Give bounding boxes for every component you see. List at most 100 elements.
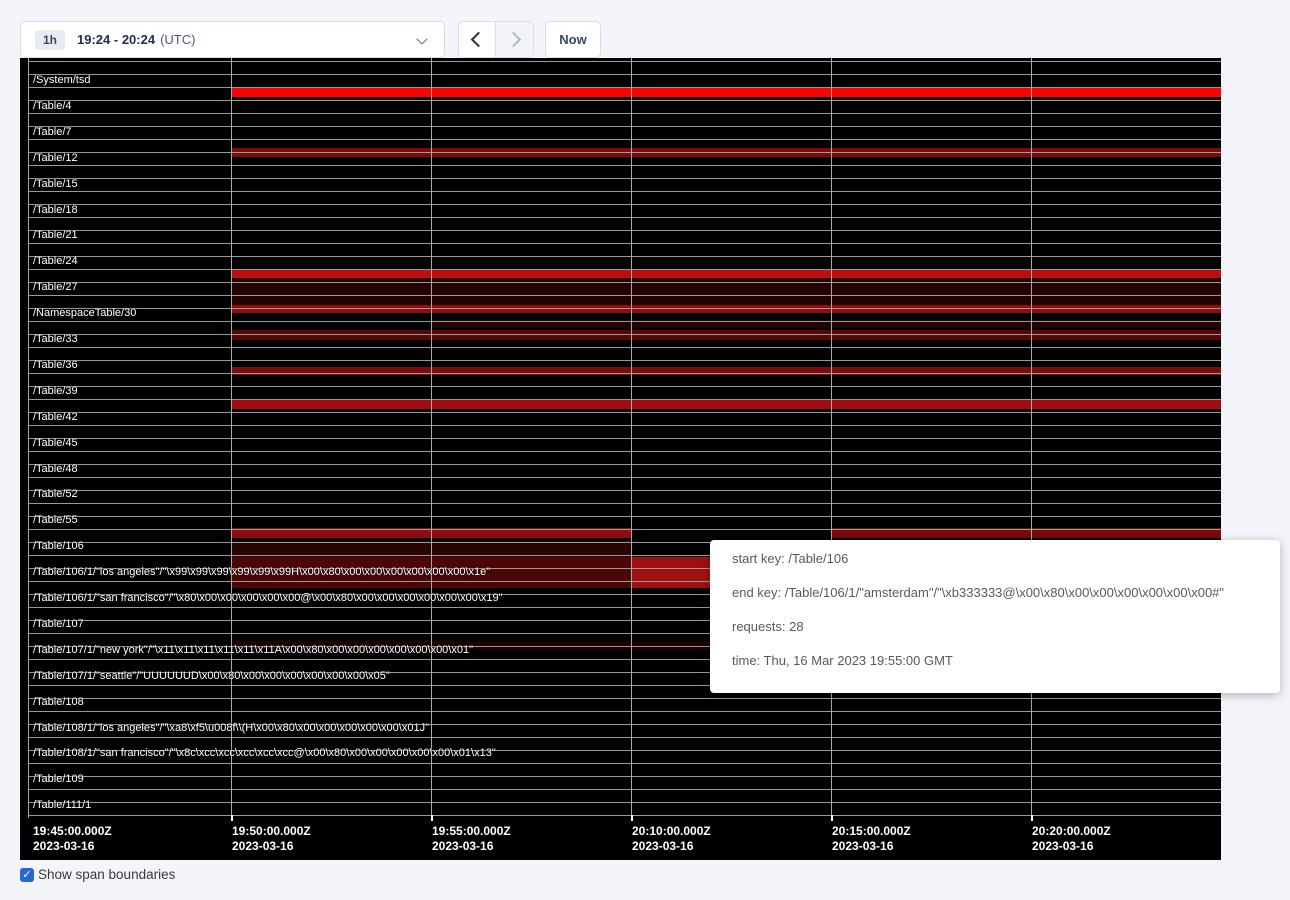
axis-tick — [231, 815, 233, 821]
heat-band — [231, 305, 1221, 313]
span-boundary-line — [28, 126, 1221, 127]
row-label: /Table/111/1 — [33, 799, 91, 812]
span-boundary-line — [28, 802, 1221, 803]
time-gridline — [28, 58, 29, 818]
axis-tick — [631, 815, 633, 821]
row-label: /Table/55 — [33, 514, 78, 527]
span-boundary-line — [28, 776, 1221, 777]
span-boundary-line — [28, 295, 1221, 296]
row-label: /Table/106/1/"san francisco"/"\x80\x00\x… — [33, 592, 503, 605]
previous-range-button[interactable] — [458, 21, 496, 58]
span-boundary-line — [28, 308, 1221, 309]
axis-date-text: 2023-03-16 — [1032, 839, 1111, 854]
axis-time-label: 20:10:00.000Z2023-03-16 — [632, 824, 711, 854]
span-boundary-line — [28, 61, 1221, 62]
time-gridline — [831, 58, 832, 818]
span-boundary-line — [28, 490, 1221, 491]
time-range-select[interactable]: 1h 19:24 - 20:24 (UTC) — [20, 21, 445, 58]
now-button[interactable]: Now — [545, 21, 601, 58]
span-boundary-line — [28, 815, 1221, 816]
axis-time-text: 20:20:00.000Z — [1032, 824, 1111, 839]
axis-time-label: 20:15:00.000Z2023-03-16 — [832, 824, 911, 854]
range-duration-badge: 1h — [35, 30, 65, 50]
heatmap[interactable]: /System/tsd/Table/4/Table/7/Table/12/Tab… — [20, 58, 1221, 860]
chevron-down-icon — [416, 33, 427, 44]
row-label: /Table/39 — [33, 385, 78, 398]
span-boundary-line — [28, 425, 1221, 426]
span-boundary-line — [28, 152, 1221, 153]
heat-band — [231, 330, 1221, 340]
span-boundary-line — [28, 347, 1221, 348]
row-label: /Table/33 — [33, 333, 78, 346]
heat-band — [231, 88, 1221, 97]
axis-date-text: 2023-03-16 — [432, 839, 511, 854]
heatmap-tooltip: start key: /Table/106 end key: /Table/10… — [710, 540, 1280, 693]
span-boundary-line — [28, 516, 1221, 517]
axis-time-label: 19:45:00.000Z2023-03-16 — [33, 824, 112, 854]
span-boundary-line — [28, 178, 1221, 179]
row-label: /Table/106/1/"los angeles"/"\x99\x99\x99… — [33, 566, 490, 579]
span-boundary-line — [28, 282, 1221, 283]
axis-tick — [431, 815, 433, 821]
span-boundary-line — [28, 204, 1221, 205]
row-label: /Table/108/1/"san francisco"/"\x8c\xcc\x… — [33, 747, 496, 760]
span-boundary-line — [28, 789, 1221, 790]
span-boundary-line — [28, 399, 1221, 400]
show-span-boundaries-checkbox[interactable]: ✓ — [20, 868, 34, 882]
time-gridline — [231, 58, 232, 818]
span-boundary-line — [28, 477, 1221, 478]
heat-band — [231, 269, 1221, 278]
row-label: /Table/106 — [33, 540, 84, 553]
span-boundary-line — [28, 529, 1221, 530]
axis-time-text: 19:50:00.000Z — [232, 824, 311, 839]
time-gridline — [1031, 58, 1032, 818]
span-boundary-line — [28, 360, 1221, 361]
axis-time-text: 20:10:00.000Z — [632, 824, 711, 839]
row-label: /Table/4 — [33, 100, 72, 113]
row-label: /Table/108/1/"los angeles"/"\xa8\xf5\u00… — [33, 722, 429, 735]
toolbar: 1h 19:24 - 20:24 (UTC) Now — [0, 0, 1290, 58]
tooltip-start-key: start key: /Table/106 — [732, 552, 1270, 566]
range-timezone: (UTC) — [160, 32, 195, 47]
span-boundary-line — [28, 698, 1221, 699]
row-label: /Table/21 — [33, 229, 78, 242]
axis-date-text: 2023-03-16 — [33, 839, 112, 854]
row-label: /Table/18 — [33, 204, 78, 217]
axis-time-label: 20:20:00.000Z2023-03-16 — [1032, 824, 1111, 854]
time-nav-group — [458, 21, 534, 58]
show-span-boundaries-label: Show span boundaries — [38, 867, 175, 882]
axis-time-text: 20:15:00.000Z — [832, 824, 911, 839]
tooltip-end-key: end key: /Table/106/1/"amsterdam"/"\xb33… — [732, 586, 1270, 600]
time-gridline — [431, 58, 432, 818]
row-label: /Table/42 — [33, 411, 78, 424]
span-boundary-line — [28, 165, 1221, 166]
row-label: /System/tsd — [33, 74, 90, 87]
span-boundary-line — [28, 139, 1221, 140]
row-label: /Table/107/1/"new york"/"\x11\x11\x11\x1… — [33, 644, 473, 657]
span-boundary-line — [28, 503, 1221, 504]
tooltip-time: time: Thu, 16 Mar 2023 19:55:00 GMT — [732, 654, 1270, 668]
span-boundary-line — [28, 373, 1221, 374]
tooltip-requests: requests: 28 — [732, 620, 1270, 634]
footer: ✓ Show span boundaries — [20, 867, 175, 882]
span-boundary-line — [28, 321, 1221, 322]
span-boundary-line — [28, 113, 1221, 114]
row-label: /Table/48 — [33, 463, 78, 476]
span-boundary-line — [28, 334, 1221, 335]
axis-date-text: 2023-03-16 — [832, 839, 911, 854]
next-range-button[interactable] — [496, 21, 534, 58]
span-boundary-line — [28, 230, 1221, 231]
span-boundary-line — [28, 451, 1221, 452]
row-label: /Table/52 — [33, 488, 78, 501]
row-label: /Table/12 — [33, 152, 78, 165]
row-label: /Table/24 — [33, 255, 78, 268]
row-label: /Table/7 — [33, 126, 72, 139]
axis-date-text: 2023-03-16 — [632, 839, 711, 854]
axis-time-text: 19:55:00.000Z — [432, 824, 511, 839]
span-boundary-line — [28, 763, 1221, 764]
span-boundary-line — [28, 217, 1221, 218]
span-boundary-line — [28, 438, 1221, 439]
span-boundary-line — [28, 74, 1221, 75]
axis-tick — [1031, 815, 1033, 821]
row-label: /Table/107 — [33, 618, 84, 631]
